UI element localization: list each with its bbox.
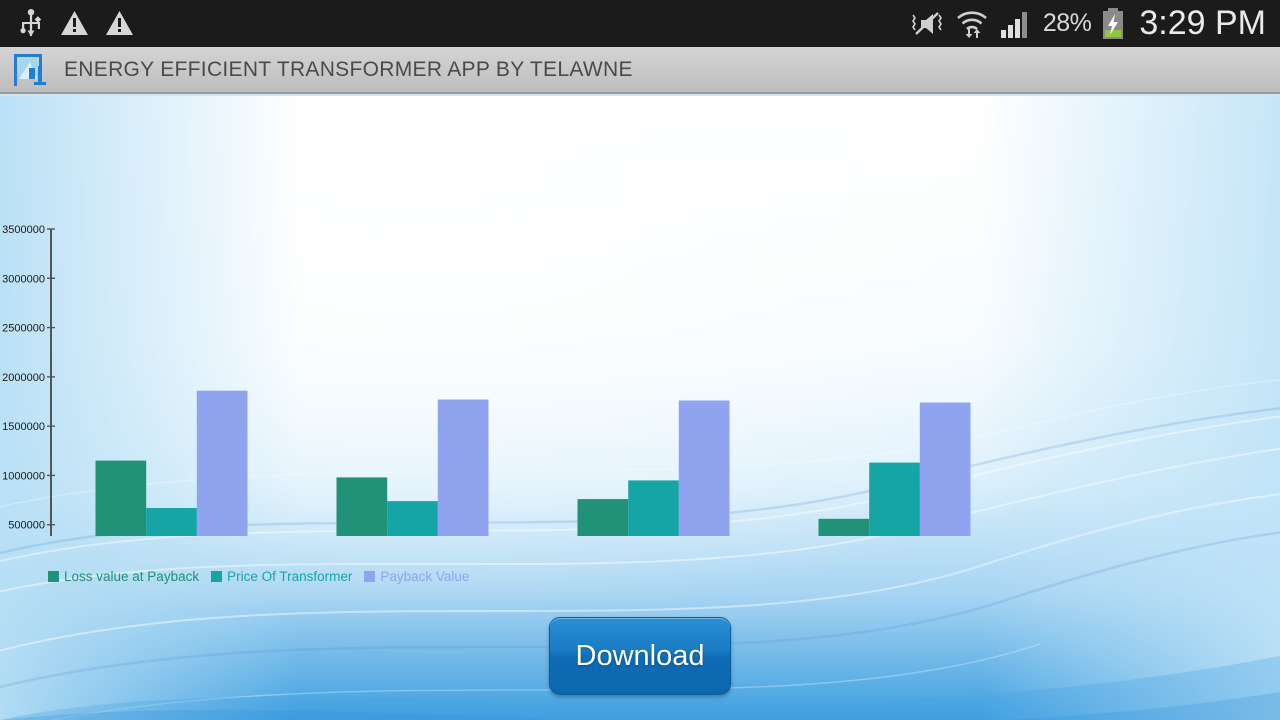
bar xyxy=(437,399,489,536)
app-title-label: ENERGY EFFICIENT TRANSFORMER APP BY TELA… xyxy=(64,57,633,81)
signal-bars-icon xyxy=(1000,11,1027,38)
y-axis-tick-label: 1500000 xyxy=(2,421,45,433)
legend-item[interactable]: Loss value at Payback xyxy=(48,569,199,584)
legend-label: Loss value at Payback xyxy=(64,569,200,584)
legend-item[interactable]: Price Of Transformer xyxy=(211,569,352,584)
y-axis-tick-label: 1000000 xyxy=(2,470,45,482)
y-axis-tick-label: 3500000 xyxy=(2,224,45,236)
download-button-label: Download xyxy=(575,639,705,672)
mute-vibrate-icon xyxy=(911,11,942,35)
app-content: 3500000 3000000 2500000 2000000 1500000 10000… xyxy=(0,96,1280,720)
warning-icon xyxy=(61,11,88,35)
legend-item[interactable]: Payback Value xyxy=(364,569,469,584)
bar xyxy=(628,480,679,536)
y-axis-tick-label: 2000000 xyxy=(2,372,45,384)
bar xyxy=(818,518,870,536)
y-axis-tick-label: 2500000 xyxy=(2,323,45,335)
bar xyxy=(95,460,147,536)
warning-icon xyxy=(106,11,133,35)
bar xyxy=(336,477,388,536)
bar xyxy=(387,501,438,536)
y-axis-tick-label: 500000 xyxy=(8,520,45,532)
legend-swatch-icon xyxy=(364,571,376,582)
transformer-app-icon xyxy=(14,53,46,86)
legend-label: Payback Value xyxy=(380,569,470,584)
legend-label: Price Of Transformer xyxy=(227,569,353,584)
bar xyxy=(678,400,730,536)
legend-swatch-icon xyxy=(211,571,223,582)
wifi-icon xyxy=(956,10,987,38)
bar xyxy=(577,499,629,536)
bar xyxy=(869,462,920,536)
status-bar-left-icons xyxy=(18,8,134,39)
status-bar-clock: 3:29 PM xyxy=(1139,4,1266,42)
chart-legend: Loss value at Payback Price Of Transforme… xyxy=(48,569,469,584)
android-status-bar[interactable]: 28% 3:29 PM xyxy=(0,0,1280,47)
legend-swatch-icon xyxy=(48,571,59,582)
usb-icon xyxy=(20,8,42,36)
bar xyxy=(196,390,248,536)
bar-chart: 3500000 3000000 2500000 2000000 1500000 10000… xyxy=(0,96,1280,536)
battery-percent-label: 28% xyxy=(1042,9,1092,37)
app-title-bar: ENERGY EFFICIENT TRANSFORMER APP BY TELA… xyxy=(0,47,1280,94)
bar xyxy=(146,508,197,536)
download-button[interactable]: Download xyxy=(549,617,731,695)
battery-charging-icon xyxy=(1103,7,1124,39)
status-bar-right-icons: 28% 3:29 PM xyxy=(909,4,1266,43)
bar xyxy=(919,402,971,536)
y-axis-tick-label: 3000000 xyxy=(2,273,45,285)
bar-chart-svg: 3500000 3000000 2500000 2000000 1500000 10000… xyxy=(2,224,971,536)
